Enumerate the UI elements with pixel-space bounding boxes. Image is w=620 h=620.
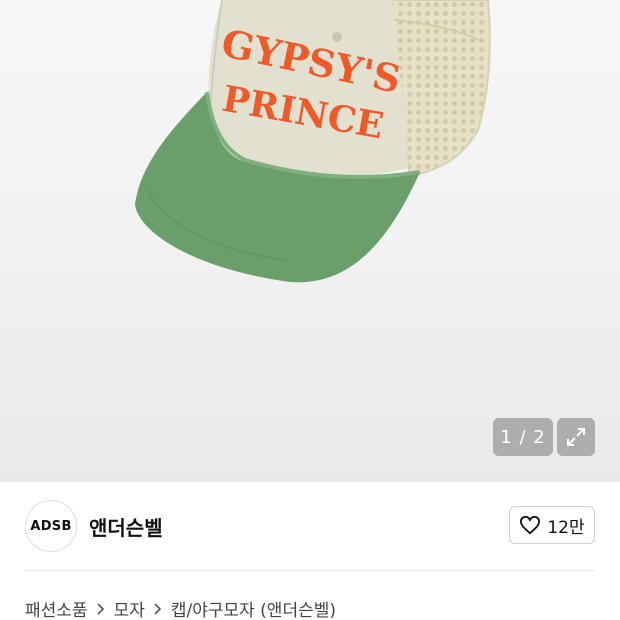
seller-name[interactable]: 앤더슨벨 [89,512,163,541]
page-counter-separator: / [512,426,534,448]
chevron-right-icon [96,602,105,615]
like-button[interactable]: 12만 [509,506,595,544]
page-counter-current: 1 [500,426,513,448]
breadcrumb-item-fashion-accessories[interactable]: 패션소품 [25,596,88,620]
seller-logo-text: ADSB [30,518,72,534]
breadcrumb-item-hats[interactable]: 모자 [114,596,145,620]
image-page-counter: 1 / 2 [493,418,553,456]
expand-image-button[interactable] [557,418,595,456]
like-count: 12만 [547,517,585,538]
heart-outline-icon [520,515,541,535]
product-image[interactable]: GYPSY'S PRINCE [0,0,620,482]
chevron-right-icon [154,602,162,615]
breadcrumb: 패션소품 모자 캡/야구모자 (앤더슨벨) [25,596,336,620]
section-divider [25,570,595,571]
expand-arrows-icon [567,428,585,446]
page-counter-total: 2 [533,426,546,448]
product-image-gallery[interactable]: GYPSY'S PRINCE 1 / 2 [0,0,620,482]
breadcrumb-item-caps[interactable]: 캡/야구모자 (앤더슨벨) [171,596,336,620]
seller-logo[interactable]: ADSB [25,500,77,552]
